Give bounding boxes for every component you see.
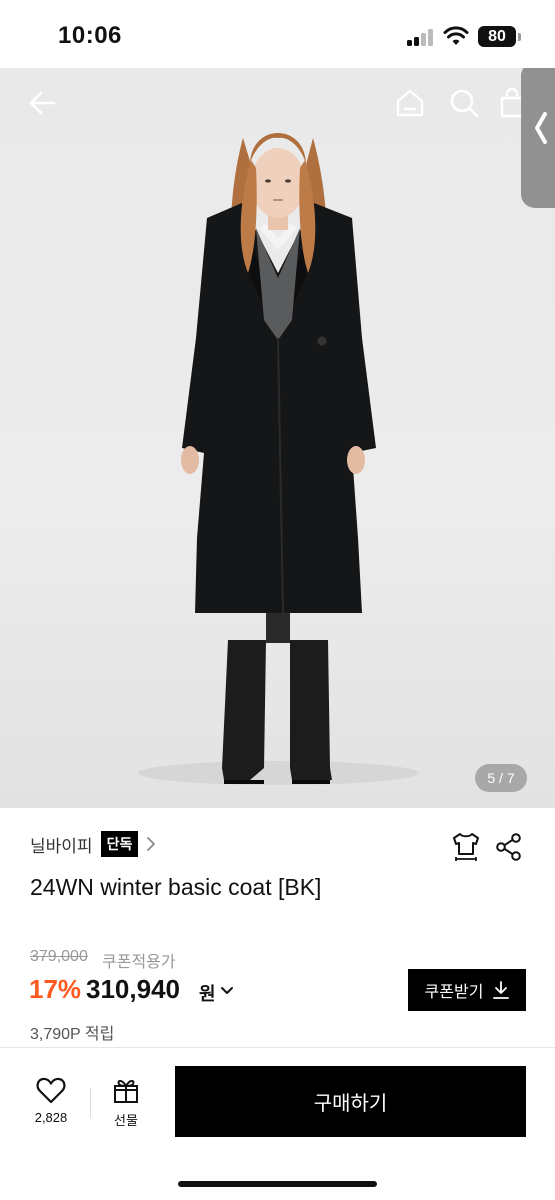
status-time: 10:06 xyxy=(58,22,122,49)
status-bar: 10:06 80 xyxy=(0,0,555,68)
chevron-right-icon[interactable] xyxy=(144,835,158,853)
discount-rate: 17% xyxy=(29,974,82,1004)
currency-unit: 원 xyxy=(199,984,216,1004)
brand-row[interactable]: 닐바이피 단독 xyxy=(30,830,158,858)
original-price: 379,000 xyxy=(30,948,88,965)
back-arrow-icon[interactable] xyxy=(26,86,60,120)
image-page-indicator: 5 / 7 xyxy=(475,764,527,792)
coupon-price-label: 쿠폰적용가 xyxy=(102,954,176,971)
cellular-signal-icon xyxy=(407,28,435,46)
get-coupon-label: 쿠폰받기 xyxy=(424,984,484,1001)
chevron-down-icon[interactable] xyxy=(219,984,235,998)
share-icon[interactable] xyxy=(494,832,524,862)
search-icon[interactable] xyxy=(447,86,481,120)
side-panel-handle[interactable] xyxy=(521,68,555,208)
size-guide-icon[interactable] xyxy=(450,830,482,862)
battery-tip xyxy=(518,33,521,41)
home-indicator xyxy=(178,1181,377,1187)
exclusive-badge: 단독 xyxy=(100,831,139,857)
heart-icon xyxy=(36,1077,66,1104)
download-icon xyxy=(493,981,510,999)
like-button[interactable]: 2,828 xyxy=(28,1076,74,1134)
chevron-left-icon xyxy=(535,112,547,144)
wifi-icon xyxy=(443,26,469,45)
gift-icon xyxy=(114,1079,138,1103)
gift-button[interactable]: 선물 xyxy=(104,1076,148,1134)
gift-label: 선물 xyxy=(114,1113,138,1128)
home-icon[interactable] xyxy=(393,86,427,120)
product-photo xyxy=(138,133,418,785)
reward-points: 3,790P 적립 xyxy=(30,1026,115,1043)
battery-level: 80 xyxy=(478,26,516,47)
product-title: 24WN winter basic coat [BK] xyxy=(30,874,322,900)
get-coupon-button[interactable]: 쿠폰받기 xyxy=(408,969,526,1011)
bar-divider xyxy=(90,1088,91,1118)
sale-price: 310,940 xyxy=(86,974,180,1004)
buy-button[interactable]: 구매하기 xyxy=(175,1066,526,1137)
divider xyxy=(0,1047,555,1048)
product-image-gallery[interactable]: 5 / 7 xyxy=(0,68,555,808)
like-count: 2,828 xyxy=(34,1110,68,1125)
brand-name[interactable]: 닐바이피 xyxy=(30,832,93,857)
